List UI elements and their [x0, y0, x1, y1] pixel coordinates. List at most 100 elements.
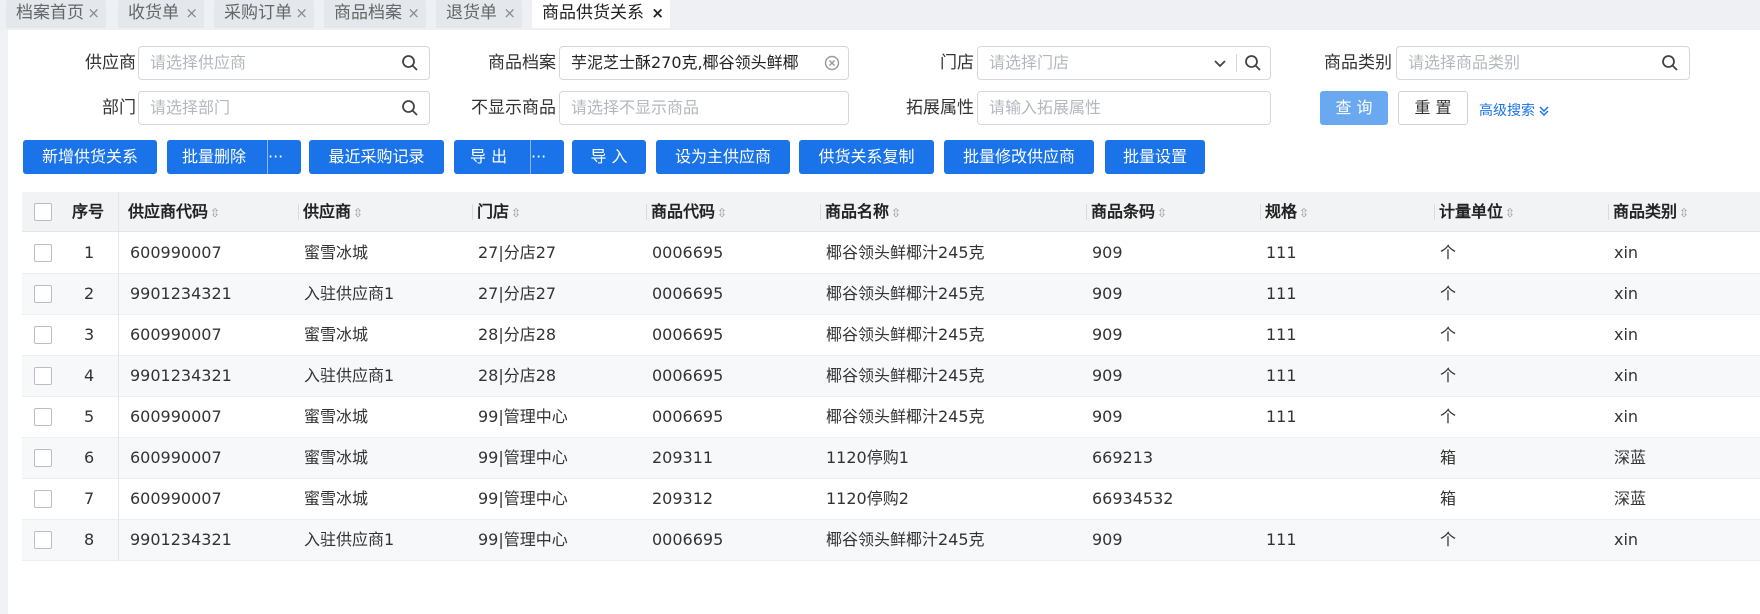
- table-row[interactable]: 7 600990007 蜜雪冰城 99|管理中心 209312 1120停购2 …: [22, 479, 1760, 520]
- table-row[interactable]: 1 600990007 蜜雪冰城 27|分店27 0006695 椰谷领头鲜椰汁…: [22, 233, 1760, 274]
- tab-close-icon[interactable]: ×: [407, 0, 420, 27]
- column-resizer[interactable]: [298, 204, 299, 220]
- add-supply-relation-button[interactable]: 新增供货关系: [23, 140, 157, 174]
- table-row[interactable]: 2 9901234321 入驻供应商1 27|分店27 0006695 椰谷领头…: [22, 274, 1760, 315]
- search-icon[interactable]: [401, 92, 419, 124]
- sort-icon[interactable]: ⇳: [891, 206, 901, 220]
- tab-close-icon[interactable]: ×: [651, 0, 664, 27]
- col-header-category[interactable]: 商品类别 ⇳: [1613, 192, 1689, 232]
- sort-icon[interactable]: ⇳: [353, 206, 363, 220]
- row-checkbox[interactable]: [34, 408, 52, 426]
- cell-product-code: 0006695: [652, 284, 724, 303]
- cell-store: 28|分店28: [478, 325, 557, 344]
- column-resizer[interactable]: [1608, 204, 1609, 220]
- table-row[interactable]: 3 600990007 蜜雪冰城 28|分店28 0006695 椰谷领头鲜椰汁…: [22, 315, 1760, 356]
- query-button[interactable]: 查 询: [1320, 91, 1388, 125]
- cell-category: 深蓝: [1614, 448, 1647, 467]
- col-header-product-code[interactable]: 商品代码 ⇳: [651, 192, 727, 232]
- search-icon[interactable]: [1244, 47, 1262, 79]
- row-checkbox[interactable]: [34, 326, 52, 344]
- col-header-product-name[interactable]: 商品名称 ⇳: [825, 192, 901, 232]
- tab-receipt[interactable]: 收货单 ×: [118, 0, 204, 28]
- ext-attr-input[interactable]: 请输入拓展属性: [977, 91, 1271, 125]
- hidden-products-select[interactable]: 请选择不显示商品: [559, 91, 849, 125]
- col-header-store[interactable]: 门店 ⇳: [477, 192, 521, 232]
- chevron-down-icon[interactable]: [1212, 47, 1228, 79]
- export-button[interactable]: 导 出 ···: [454, 140, 564, 174]
- search-icon[interactable]: [401, 47, 419, 79]
- cell-store: 99|管理中心: [478, 448, 568, 467]
- tab-supply-relation[interactable]: 商品供货关系 ×: [532, 0, 670, 28]
- row-checkbox[interactable]: [34, 285, 52, 303]
- col-header-barcode[interactable]: 商品条码 ⇳: [1091, 192, 1167, 232]
- sort-icon[interactable]: ⇳: [1299, 206, 1309, 220]
- row-checkbox[interactable]: [34, 531, 52, 549]
- col-header-supplier[interactable]: 供应商 ⇳: [303, 192, 363, 232]
- column-resizer[interactable]: [820, 204, 821, 220]
- advanced-search-link[interactable]: 高级搜索: [1479, 100, 1549, 120]
- sort-icon[interactable]: ⇳: [511, 206, 521, 220]
- table-row[interactable]: 5 600990007 蜜雪冰城 99|管理中心 0006695 椰谷领头鲜椰汁…: [22, 397, 1760, 438]
- search-icon[interactable]: [1661, 47, 1679, 79]
- sort-icon[interactable]: ⇳: [717, 206, 727, 220]
- tab-archive-home[interactable]: 档案首页 ×: [6, 0, 106, 28]
- select-all-checkbox[interactable]: [34, 203, 52, 221]
- tab-close-icon[interactable]: ×: [503, 0, 516, 27]
- row-checkbox[interactable]: [34, 244, 52, 262]
- tab-close-icon[interactable]: ×: [295, 0, 308, 27]
- sort-icon[interactable]: ⇳: [1157, 206, 1167, 220]
- category-select[interactable]: 请选择商品类别: [1396, 46, 1690, 80]
- batch-modify-supplier-button[interactable]: 批量修改供应商: [944, 140, 1094, 174]
- tab-purchase-order[interactable]: 采购订单 ×: [214, 0, 314, 28]
- col-header-spec[interactable]: 规格 ⇳: [1265, 192, 1309, 232]
- cell-index: 1: [84, 243, 95, 262]
- row-checkbox[interactable]: [34, 490, 52, 508]
- more-options-icon[interactable]: ···: [530, 140, 564, 174]
- supplier-select[interactable]: 请选择供应商: [138, 46, 430, 80]
- cell-store: 99|管理中心: [478, 489, 568, 508]
- reset-button[interactable]: 重 置: [1398, 91, 1468, 125]
- table-row[interactable]: 4 9901234321 入驻供应商1 28|分店28 0006695 椰谷领头…: [22, 356, 1760, 397]
- cell-supplier-code: 600990007: [130, 325, 222, 344]
- cell-spec: 111: [1266, 243, 1297, 262]
- product-select[interactable]: 芋泥芝士酥270克,椰谷领头鲜椰: [559, 46, 849, 80]
- tab-close-icon[interactable]: ×: [87, 0, 100, 27]
- clear-icon[interactable]: [820, 47, 840, 79]
- column-resizer[interactable]: [646, 204, 647, 220]
- cell-barcode: 909: [1092, 366, 1123, 385]
- table-row[interactable]: 6 600990007 蜜雪冰城 99|管理中心 209311 1120停购1 …: [22, 438, 1760, 479]
- sort-icon[interactable]: ⇳: [1679, 206, 1689, 220]
- cell-category: xin: [1614, 366, 1639, 385]
- cell-supplier-code: 9901234321: [130, 366, 232, 385]
- copy-relation-button[interactable]: 供货关系复制: [799, 140, 934, 174]
- cell-supplier: 蜜雪冰城: [304, 489, 369, 508]
- cell-supplier-code: 600990007: [130, 489, 222, 508]
- table-row[interactable]: 8 9901234321 入驻供应商1 99|管理中心 0006695 椰谷领头…: [22, 520, 1760, 561]
- tab-close-icon[interactable]: ×: [185, 0, 198, 27]
- department-select[interactable]: 请选择部门: [138, 91, 430, 125]
- column-resizer[interactable]: [1260, 204, 1261, 220]
- cell-product-code: 0006695: [652, 243, 724, 262]
- cell-barcode: 909: [1092, 243, 1123, 262]
- col-header-unit[interactable]: 计量单位 ⇳: [1439, 192, 1515, 232]
- col-header-supplier-code[interactable]: 供应商代码 ⇳: [128, 192, 220, 232]
- store-select[interactable]: 请选择门店: [977, 46, 1271, 80]
- row-checkbox[interactable]: [34, 449, 52, 467]
- more-options-icon[interactable]: ···: [267, 140, 301, 174]
- sort-icon[interactable]: ⇳: [1505, 206, 1515, 220]
- column-resizer[interactable]: [1086, 204, 1087, 220]
- set-main-supplier-button[interactable]: 设为主供应商: [656, 140, 790, 174]
- row-checkbox[interactable]: [34, 367, 52, 385]
- sort-icon[interactable]: ⇳: [210, 206, 220, 220]
- column-resizer[interactable]: [472, 204, 473, 220]
- batch-settings-button[interactable]: 批量设置: [1105, 140, 1205, 174]
- store-placeholder: 请选择门店: [989, 53, 1070, 72]
- column-resizer[interactable]: [1434, 204, 1435, 220]
- department-label: 部门: [102, 98, 136, 118]
- recent-purchase-button[interactable]: 最近采购记录: [309, 140, 444, 174]
- import-button[interactable]: 导 入: [572, 140, 646, 174]
- tab-product-archive[interactable]: 商品档案 ×: [324, 0, 426, 28]
- batch-delete-button[interactable]: 批量删除 ···: [167, 140, 301, 174]
- tab-return[interactable]: 退货单 ×: [436, 0, 522, 28]
- cell-product-code: 0006695: [652, 325, 724, 344]
